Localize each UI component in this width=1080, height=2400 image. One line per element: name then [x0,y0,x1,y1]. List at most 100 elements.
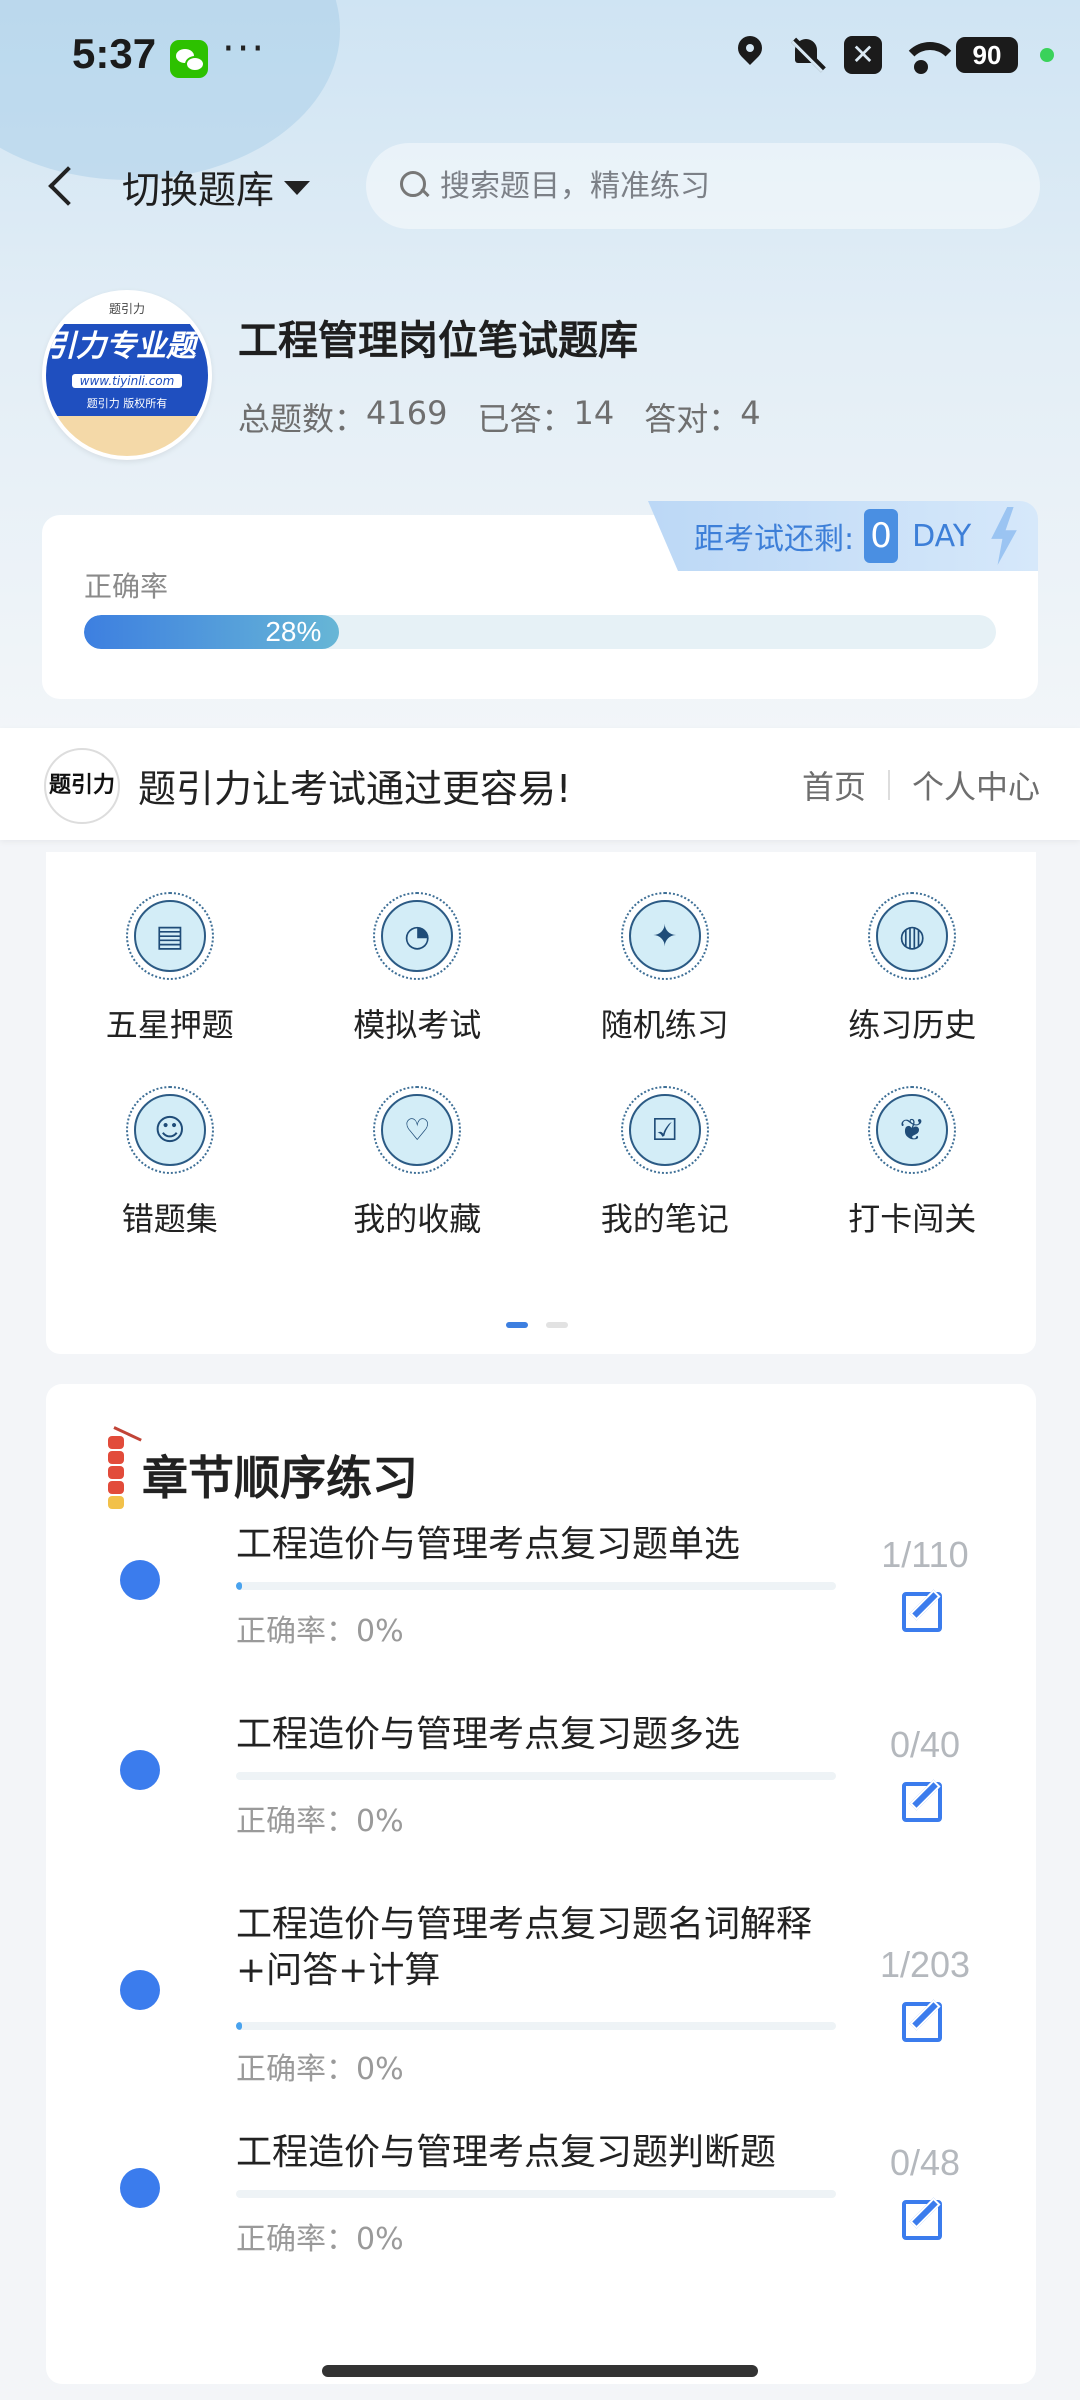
accuracy-label: 正确率 [84,570,169,603]
chapter-count: 1/110 [881,1534,969,1575]
logo-main-text: 引力专业题 [46,329,196,364]
heart-icon: ♡ [373,1086,462,1174]
icon-glyph: ❦ [876,1094,949,1166]
home-link[interactable]: 首页 [802,762,866,808]
bank-logo: 题引力 引力专业题 www.tiyinli.com 题引力 版权所有 [42,290,212,460]
gauge-icon: ◔ [373,892,462,980]
feature-menu: ▤ 五星押题 ◔ 模拟考试 ✦ 随机练习 ◍ 练习历史 ☺ 错题集 ♡ 我的收藏 ☑ 我的笔记 ❦ 打卡闯关 [46,852,1036,1354]
switch-bank-label: 切换题库 [122,167,275,212]
stat-value: 4 [740,394,761,432]
bank-stats: 总题数： 4169 已答： 14 答对： 4 [238,394,761,440]
countdown-label: 距考试还剩: [694,522,855,557]
chapter-count: 1/203 [879,1944,971,1985]
chapter-accuracy: 正确率：0% [236,1614,404,1649]
stat-value: 4169 [366,394,448,432]
chapter-bullet [120,1750,160,1790]
link-divider [887,770,890,800]
menu-item-0[interactable]: ▤ 五星押题 [46,892,294,1046]
mute-icon [788,36,826,74]
accuracy-card: 距考试还剩: 0 DAY 正确率 28% [42,501,1038,699]
accuracy-progress-bar: 28% [84,615,996,649]
chapter-name: 工程造价与管理考点复习题多选 [236,1714,741,1755]
globe-icon: ◍ [868,892,957,980]
network-icon: ✦ [620,892,709,980]
icon-glyph: ✦ [628,900,701,972]
back-button[interactable] [36,150,92,220]
top-links: 首页 个人中心 [802,762,1040,808]
countdown-unit: DAY [912,518,972,554]
firecracker-icon [92,1426,142,1509]
edit-icon[interactable] [902,2196,942,2240]
chapter-accuracy: 正确率：0% [236,2052,404,2087]
brand-logo-icon: 题引力 [44,748,120,824]
menu-item-label: 我的笔记 [600,1200,729,1238]
chapter-bullet [120,2168,160,2208]
profile-link[interactable]: 个人中心 [912,762,1040,808]
head-icon: ☺ [125,1086,214,1174]
switch-bank-button[interactable]: 切换题库 [122,156,311,216]
chapter-row[interactable]: 工程造价与管理考点复习题多选 正确率：0% 0/40 [46,1704,1036,1894]
accuracy-progress-fill: 28% [84,615,340,649]
search-bar[interactable] [366,143,1040,229]
menu-item-label: 错题集 [121,1200,218,1238]
menu-item-3[interactable]: ◍ 练习历史 [789,892,1037,1046]
lightning-icon [991,507,1017,565]
logo-url: www.tiyinli.com [71,374,183,388]
chapter-accuracy: 正确率：0% [236,2222,404,2257]
chapter-row[interactable]: 工程造价与管理考点复习题判断题 正确率：0% 0/48 [46,2122,1036,2312]
id-card-icon: ▤ [125,892,214,980]
chapter-name: 工程造价与管理考点复习题判断题 [236,2132,777,2173]
stat-label: 答对： [644,400,741,438]
menu-item-5[interactable]: ♡ 我的收藏 [294,1086,542,1240]
status-bar: 5:37 ··· ✕ 90 [0,0,1080,118]
chapter-progress-fill [236,1582,242,1590]
status-icons: ✕ 90 [732,36,1054,74]
icon-glyph: ☑ [628,1094,701,1166]
status-time: 5:37 [72,30,157,77]
battery-icon: 90 [956,37,1018,73]
stat-total: 总题数： 4169 [238,394,447,440]
stat-label: 已答： [477,400,574,438]
privacy-dot-icon [1040,48,1054,62]
menu-item-1[interactable]: ◔ 模拟考试 [294,892,542,1046]
chapter-progress-bar [236,2190,836,2198]
edit-icon[interactable] [902,1998,942,2042]
stat-value: 14 [573,394,615,432]
chapter-progress-bar [236,2022,836,2030]
edit-icon[interactable] [902,1588,942,1632]
menu-item-label: 模拟考试 [353,1006,482,1044]
menu-item-label: 五星押题 [105,1006,234,1044]
menu-item-2[interactable]: ✦ 随机练习 [541,892,789,1046]
home-indicator[interactable] [322,2365,758,2377]
x-box-icon: ✕ [844,36,882,74]
chapter-practice-card: 章节顺序练习 工程造价与管理考点复习题单选 正确率：0% 1/110 工程造价与管理考… [46,1384,1036,2384]
icon-glyph: ◍ [876,900,949,972]
wechat-icon [170,40,208,78]
exam-countdown: 距考试还剩: 0 DAY [648,501,1038,571]
chapter-progress-bar [236,1582,836,1590]
icon-glyph: ♡ [381,1094,454,1166]
wifi-icon [900,36,960,74]
search-input[interactable] [440,168,1000,204]
menu-item-4[interactable]: ☺ 错题集 [46,1086,294,1240]
slogan-bar: 题引力 题引力让考试通过更容易! 首页 个人中心 [0,728,1080,840]
chapter-row[interactable]: 工程造价与管理考点复习题名词解释+问答+计算 正确率：0% 1/203 [46,1894,1036,2122]
more-notifications-icon: ··· [222,26,267,72]
countdown-days: 0 [864,509,899,563]
menu-item-7[interactable]: ❦ 打卡闯关 [789,1086,1037,1240]
page-dot[interactable] [546,1322,568,1328]
bank-title: 工程管理岗位笔试题库 [238,318,638,364]
menu-item-label: 随机练习 [600,1006,729,1044]
chapter-bullet [120,1970,160,2010]
feature-grid: ▤ 五星押题 ◔ 模拟考试 ✦ 随机练习 ◍ 练习历史 ☺ 错题集 ♡ 我的收藏 ☑ 我的笔记 ❦ 打卡闯关 [46,892,1036,1240]
edit-icon[interactable] [902,1778,942,1822]
icon-glyph: ◔ [381,900,454,972]
menu-item-6[interactable]: ☑ 我的笔记 [541,1086,789,1240]
search-icon [398,169,432,203]
chapter-progress-bar [236,1772,836,1780]
leaf-icon: ❦ [868,1086,957,1174]
page-dot-active[interactable] [506,1322,528,1328]
chapter-row[interactable]: 工程造价与管理考点复习题单选 正确率：0% 1/110 [46,1514,1036,1704]
location-icon [732,36,770,74]
slogan-text: 题引力让考试通过更容易! [138,767,572,811]
